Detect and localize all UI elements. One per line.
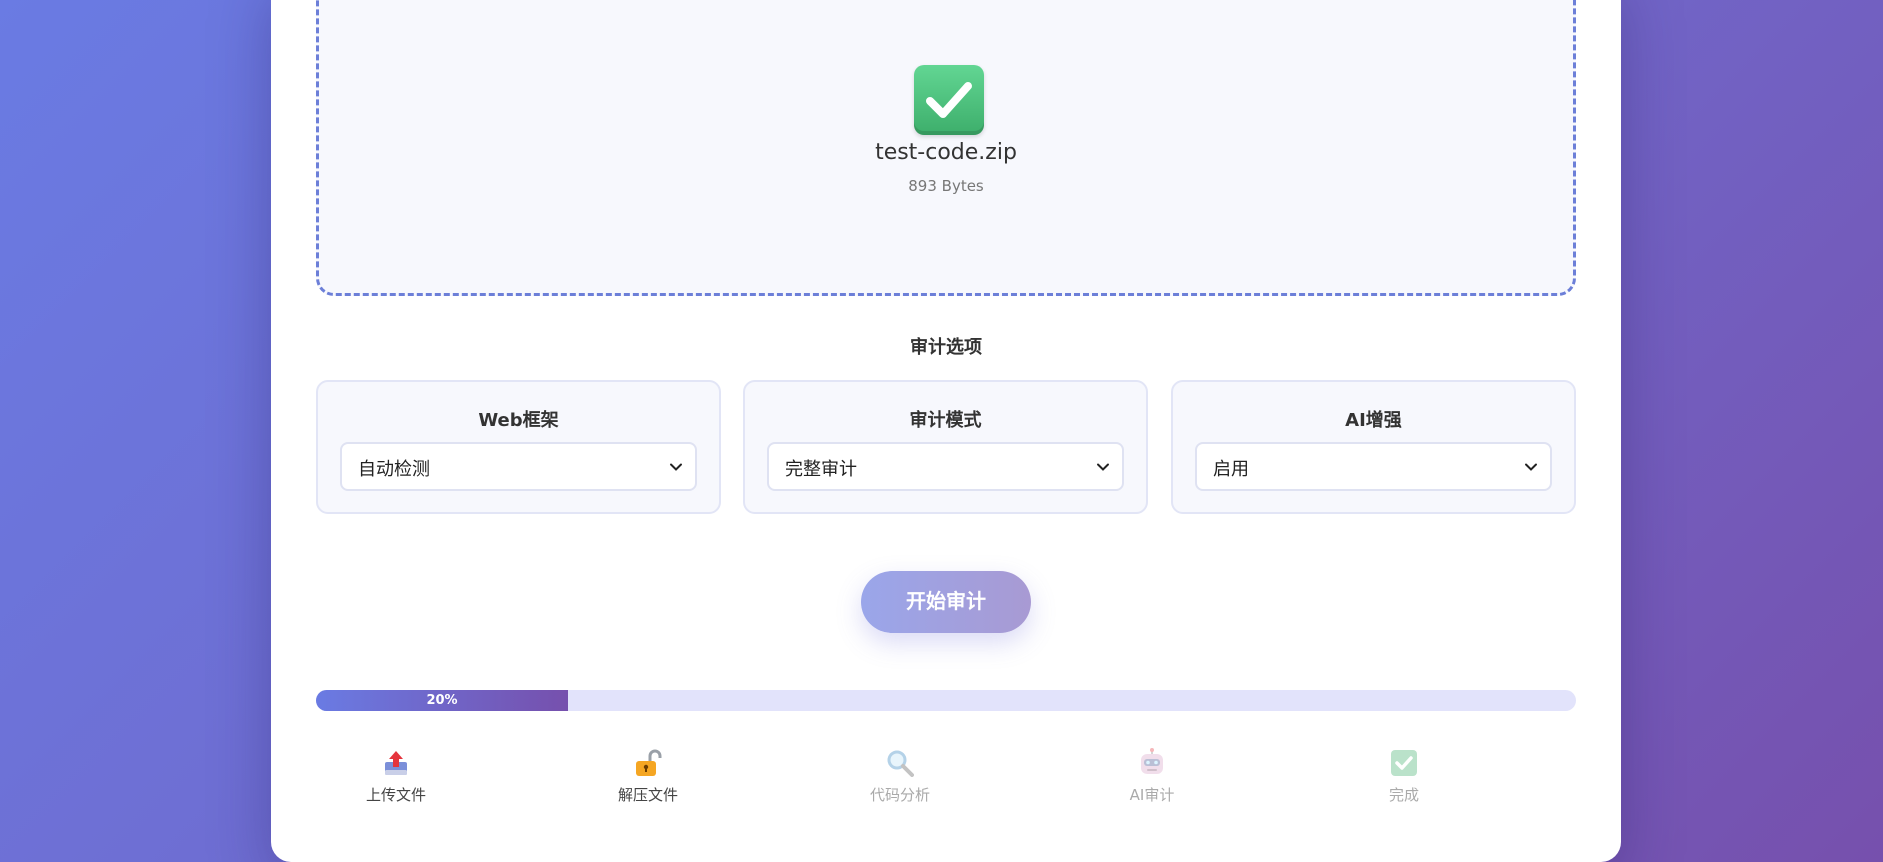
step-complete: 完成 <box>1334 748 1474 805</box>
file-name: test-code.zip <box>875 140 1017 165</box>
chevron-down-icon <box>1525 463 1537 471</box>
step-label: AI审计 <box>1129 786 1175 804</box>
option-mode: 审计模式 完整审计 <box>743 380 1148 514</box>
step-upload: 上传文件 <box>326 748 466 805</box>
step-label: 完成 <box>1388 786 1419 804</box>
step-extract: 解压文件 <box>578 748 718 805</box>
framework-label: Web框架 <box>478 410 559 431</box>
step-label: 上传文件 <box>365 786 426 804</box>
upload-dropzone[interactable]: test-code.zip 893 Bytes <box>316 0 1576 296</box>
options-title: 审计选项 <box>910 337 982 358</box>
step-label: 代码分析 <box>869 786 930 804</box>
progress-bar: 20% <box>316 690 1576 711</box>
mode-label: 审计模式 <box>909 410 982 431</box>
ai-select-value: 启用 <box>1213 459 1249 480</box>
chevron-down-icon <box>670 463 682 471</box>
unlock-icon <box>636 749 662 776</box>
magnifier-icon <box>887 750 914 777</box>
robot-icon <box>1141 748 1163 774</box>
progress-fill: 20% <box>316 690 568 711</box>
framework-select[interactable]: 自动检测 <box>340 442 697 491</box>
check-icon <box>914 65 984 135</box>
chevron-down-icon <box>1097 463 1109 471</box>
step-ai-audit: AI审计 <box>1082 748 1222 805</box>
option-ai: AI增强 启用 <box>1171 380 1576 514</box>
ai-label: AI增强 <box>1345 410 1402 431</box>
audit-card: test-code.zip 893 Bytes 审计选项 Web框架 自动检测 … <box>271 0 1621 862</box>
file-size: 893 Bytes <box>908 177 984 195</box>
mode-select[interactable]: 完整审计 <box>767 442 1124 491</box>
step-label: 解压文件 <box>617 786 678 804</box>
start-audit-button[interactable]: 开始审计 <box>861 571 1031 633</box>
check-icon <box>1391 750 1417 776</box>
framework-select-value: 自动检测 <box>358 459 430 480</box>
ai-select[interactable]: 启用 <box>1195 442 1552 491</box>
option-framework: Web框架 自动检测 <box>316 380 721 514</box>
mode-select-value: 完整审计 <box>785 459 857 480</box>
upload-icon <box>385 751 407 775</box>
step-analyze: 代码分析 <box>830 748 970 805</box>
